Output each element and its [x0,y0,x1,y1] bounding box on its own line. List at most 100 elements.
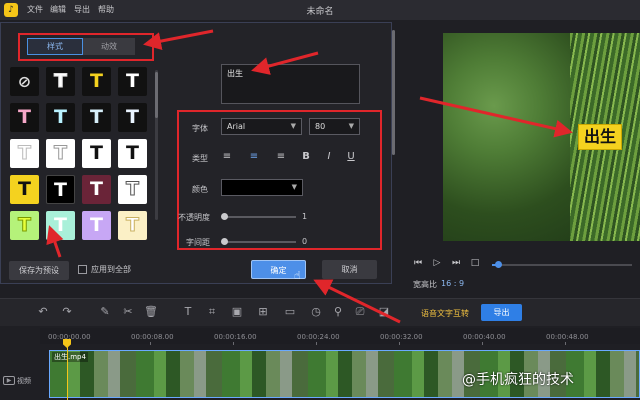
caption-text-input[interactable]: 出生 [221,64,360,104]
preset-tile[interactable]: T [46,103,75,132]
menu-help[interactable]: 帮助 [98,4,114,15]
freeze-icon[interactable]: ⎚ [353,305,367,319]
pen-icon[interactable]: ✎ [98,305,112,319]
preset-tile[interactable]: T [82,103,111,132]
preset-tile[interactable]: T [118,139,147,168]
play-icon[interactable]: ▷ [432,258,442,268]
crop-icon[interactable]: ⌗ [205,305,219,319]
playback-progress[interactable] [492,264,632,266]
tick [316,342,317,345]
text-icon[interactable]: T [181,305,195,319]
mosaic-icon[interactable]: ▣ [230,305,244,319]
scissors-icon[interactable]: ✂ [121,305,135,319]
tick-label: 00:00:40.00 [463,333,506,341]
type-label: 类型 [192,154,208,163]
tick [565,342,566,345]
spacing-slider-handle[interactable] [221,238,228,245]
microphone-icon[interactable]: ⚲ [331,305,345,319]
apply-all-checkbox[interactable] [78,265,87,274]
color-picker[interactable]: ▼ [221,179,303,196]
pointer-cursor-icon: ☝ [294,269,301,282]
preset-tile[interactable]: T [46,139,75,168]
aspect-ratio-value[interactable]: 16 : 9 [441,279,464,288]
font-select-value: Arial [227,122,246,131]
speed-icon[interactable]: ◷ [309,305,323,319]
opacity-value: 1 [302,212,308,221]
preset-none-icon[interactable]: ⊘ [10,67,39,96]
opacity-label: 不透明度 [178,213,210,222]
preset-tile[interactable]: T [10,211,39,240]
spacing-label: 字间距 [186,238,210,247]
preset-tile[interactable]: T [118,175,147,204]
preset-tile[interactable]: T [46,175,75,204]
preset-tile[interactable]: T [82,139,111,168]
size-select[interactable]: 80 ▼ [309,118,360,135]
cancel-button[interactable]: 取消 [322,260,377,279]
preset-tile[interactable]: T [10,175,39,204]
clear-icon[interactable]: ◪ [377,305,391,319]
playhead[interactable] [67,340,68,400]
chevron-down-icon: ▼ [290,122,296,130]
preset-tile[interactable]: T [118,211,147,240]
size-select-value: 80 [315,122,326,131]
spacing-value: 0 [302,237,308,246]
playback-handle[interactable] [495,261,502,268]
opacity-slider-handle[interactable] [221,213,228,220]
overlay-icon[interactable]: ▭ [283,305,297,319]
preset-tile[interactable]: T [10,103,39,132]
font-select[interactable]: Arial ▼ [221,118,302,135]
save-preset-button[interactable]: 保存为预设 [9,261,69,280]
tick-label: 00:00:32.00 [380,333,423,341]
preset-tile[interactable]: T [118,67,147,96]
preset-tile[interactable]: T [82,67,111,96]
preview-caption[interactable]: 出生 [578,124,622,150]
tick [482,342,483,345]
tick-label: 00:00:16.00 [214,333,257,341]
tab-style[interactable]: 样式 [27,38,83,55]
tick [150,342,151,345]
aspect-ratio-label: 宽高比 [413,280,437,289]
playhead-handle[interactable] [63,339,71,348]
clip-name: 出生.mp4 [52,352,88,362]
undo-icon[interactable]: ↶ [36,305,50,319]
next-frame-icon[interactable]: ⏭ [451,258,461,268]
delete-icon[interactable]: 🗑 [144,305,158,319]
app-logo-icon: ♪ [4,3,18,17]
redo-icon[interactable]: ↷ [60,305,74,319]
align-left-icon[interactable]: ≡ [220,150,234,164]
bold-icon[interactable]: B [299,150,313,164]
preset-tile[interactable]: T [46,67,75,96]
color-label: 颜色 [192,185,208,194]
chevron-down-icon: ▼ [348,122,354,130]
opacity-slider[interactable] [223,216,296,218]
video-track-icon: ▶ [3,376,15,385]
align-right-icon[interactable]: ≡ [274,150,288,164]
preset-tile[interactable]: T [82,211,111,240]
preset-tile[interactable]: T [118,103,147,132]
tab-animation[interactable]: 动效 [83,38,135,55]
italic-icon[interactable]: I [322,150,336,164]
font-label: 字体 [192,124,208,133]
tick-label: 00:00:24.00 [297,333,340,341]
track-header [0,346,48,400]
speech-to-text-link[interactable]: 语音文字互转 [421,308,469,319]
preset-tile[interactable]: T [82,175,111,204]
underline-icon[interactable]: U [344,150,358,164]
prev-frame-icon[interactable]: ⏮ [413,258,423,268]
menu-edit[interactable]: 编辑 [50,4,66,15]
spacing-slider[interactable] [223,241,296,243]
preset-scrollbar-thumb[interactable] [155,72,158,118]
stop-icon[interactable]: □ [470,258,480,268]
preset-tile[interactable]: T [46,211,75,240]
menu-export[interactable]: 导出 [74,4,90,15]
preset-tile[interactable]: T [10,139,39,168]
panel-scrollbar[interactable] [392,30,395,155]
tick [399,342,400,345]
tick [233,342,234,345]
export-button[interactable]: 导出 [481,304,522,321]
menu-file[interactable]: 文件 [27,4,43,15]
align-center-icon[interactable]: ≡ [247,150,261,164]
chevron-down-icon: ▼ [291,183,297,191]
split-screen-icon[interactable]: ⊞ [256,305,270,319]
apply-all-label: 应用到全部 [91,265,131,274]
